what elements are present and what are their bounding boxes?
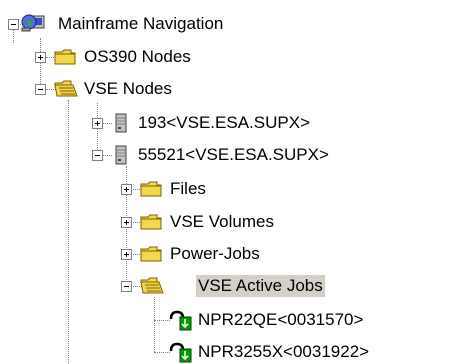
tree-item-vse-active-jobs[interactable]: VSE Active Jobs xyxy=(196,275,325,297)
tree-item-job-npr22qe[interactable]: NPR22QE<0031570> xyxy=(196,309,365,331)
network-globe-icon xyxy=(20,12,46,34)
folder-closed-icon xyxy=(139,243,165,265)
folder-closed-icon xyxy=(139,178,165,200)
collapse-toggle[interactable] xyxy=(35,84,46,95)
collapse-toggle[interactable] xyxy=(92,150,103,161)
tree-line xyxy=(40,38,42,90)
tree-line xyxy=(13,29,15,43)
server-icon xyxy=(108,112,134,134)
tree-item-node-193[interactable]: 193<VSE.ESA.SUPX> xyxy=(136,112,312,134)
navigation-tree: Mainframe Navigation OS390 Nodes VSE Nod… xyxy=(0,0,460,364)
folder-closed-icon xyxy=(139,211,165,233)
tree-item-node-55521[interactable]: 55521<VSE.ESA.SUPX> xyxy=(136,144,331,166)
expand-toggle[interactable] xyxy=(121,217,132,228)
collapse-toggle[interactable] xyxy=(121,281,132,292)
tree-item-vse-nodes[interactable]: VSE Nodes xyxy=(82,78,174,100)
tree-line xyxy=(154,297,156,352)
tree-item-files[interactable]: Files xyxy=(168,178,208,200)
folder-closed-icon xyxy=(53,46,79,68)
tree-item-power-jobs[interactable]: Power-Jobs xyxy=(168,243,262,265)
tree-item-vse-volumes[interactable]: VSE Volumes xyxy=(168,211,276,233)
folder-open-icon xyxy=(139,275,165,297)
active-job-icon xyxy=(168,341,194,363)
expand-toggle[interactable] xyxy=(92,118,103,129)
active-job-icon xyxy=(168,309,194,331)
expand-toggle[interactable] xyxy=(121,184,132,195)
tree-item-os390-nodes[interactable]: OS390 Nodes xyxy=(82,46,193,68)
tree-line xyxy=(68,100,70,364)
tree-item-job-npr3255x[interactable]: NPR3255X<0031922> xyxy=(196,341,371,363)
collapse-toggle[interactable] xyxy=(8,19,19,30)
tree-item-mainframe-navigation[interactable]: Mainframe Navigation xyxy=(56,13,225,35)
expand-toggle[interactable] xyxy=(35,52,46,63)
folder-open-icon xyxy=(53,78,79,100)
expand-toggle[interactable] xyxy=(121,249,132,260)
server-icon xyxy=(108,144,134,166)
